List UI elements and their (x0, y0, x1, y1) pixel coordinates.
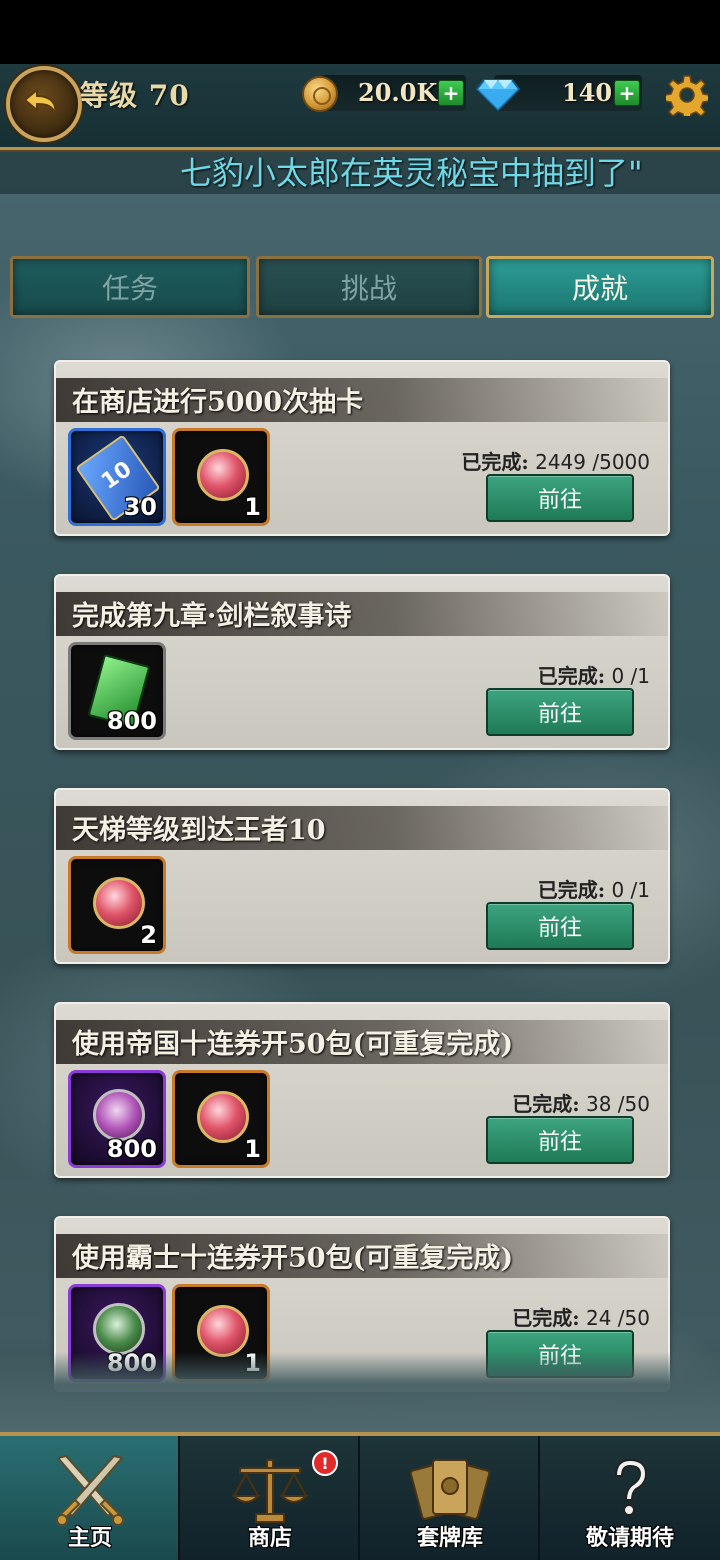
nav-home[interactable]: 主页 (0, 1436, 180, 1560)
gold-value: 20.0K (358, 78, 438, 107)
overlord-emblem-icon (93, 1303, 145, 1355)
gold-coin-icon (302, 76, 338, 112)
go-button[interactable]: 前往 (486, 474, 634, 522)
progress-text: 已完成: 0 /1 (538, 660, 650, 689)
progress-text: 已完成: 0 /1 (538, 874, 650, 903)
progress-text: 已完成: 38 /50 (512, 1088, 650, 1117)
reward-count: 30 (123, 493, 157, 521)
diamond-icon (476, 79, 520, 112)
achievement-title: 天梯等级到达王者10 (72, 815, 326, 846)
list-fade-overlay (0, 1352, 720, 1432)
add-gold-button[interactable]: + (438, 80, 464, 106)
go-button[interactable]: 前往 (486, 1116, 634, 1164)
add-gems-button[interactable]: + (614, 80, 640, 106)
card-deck-icon (410, 1459, 490, 1520)
achievement-title: 在商店进行5000次抽卡 (72, 387, 364, 418)
achievement-card: 在商店进行5000次抽卡 10 30 1 已完成: 2449 /5000 前往 (54, 360, 670, 536)
progress-label: 已完成: (537, 878, 606, 902)
tab-achievements[interactable]: 成就 (486, 256, 714, 318)
nav-home-label: 主页 (67, 1526, 112, 1551)
ruby-gem-icon (197, 1305, 249, 1357)
progress-value: 0 /1 (611, 664, 650, 688)
progress-value: 2449 /5000 (535, 450, 650, 474)
reward-count: 1 (244, 493, 261, 521)
progress-label: 已完成: (512, 1306, 580, 1330)
achievement-title: 完成第九章·剑栏叙事诗 (72, 601, 352, 632)
go-button[interactable]: 前往 (486, 688, 634, 736)
ruby-gem-icon (93, 877, 145, 929)
progress-value: 0 /1 (611, 878, 650, 902)
progress-text: 已完成: 24 /50 (512, 1302, 650, 1331)
back-button[interactable] (6, 66, 82, 142)
nav-shop-label: 商店 (247, 1526, 292, 1551)
progress-label: 已完成: (512, 1092, 580, 1116)
status-bar (0, 0, 720, 64)
reward-slot[interactable]: 800 (68, 1070, 166, 1168)
achievement-title: 使用霸士十连券开50包(可重复完成) (72, 1243, 514, 1274)
reward-count: 800 (106, 707, 157, 735)
go-button[interactable]: 前往 (486, 902, 634, 950)
reward-count: 1 (244, 1135, 261, 1163)
nav-deck[interactable]: 套牌库 (360, 1436, 540, 1560)
progress-text: 已完成: 2449 /5000 (461, 446, 650, 475)
achievement-card: 完成第九章·剑栏叙事诗 800 已完成: 0 /1 前往 (54, 574, 670, 750)
reward-count: 2 (140, 921, 157, 949)
ticket-number: 10 (97, 456, 137, 495)
empire-emblem-icon (93, 1089, 145, 1141)
progress-value: 24 /50 (586, 1306, 650, 1330)
reward-slot[interactable]: 2 (68, 856, 166, 954)
tab-challenge[interactable]: 挑战 (256, 256, 482, 318)
gem-value: 140 (562, 78, 613, 107)
progress-value: 38 /50 (586, 1092, 650, 1116)
reward-slot[interactable]: 10 30 (68, 428, 166, 526)
reward-count: 800 (106, 1135, 157, 1163)
gear-icon[interactable] (666, 74, 708, 116)
tab-quests[interactable]: 任务 (10, 256, 250, 318)
nav-coming-soon[interactable]: 敬请期待 (540, 1436, 720, 1560)
reward-slot[interactable]: 1 (172, 1070, 270, 1168)
progress-label: 已完成: (537, 664, 606, 688)
achievement-card: 使用帝国十连券开50包(可重复完成) 800 1 已完成: 38 /50 前往 (54, 1002, 670, 1178)
ruby-gem-icon (197, 449, 249, 501)
announcement-marquee: 七豹小太郎在英灵秘宝中抽到了" (0, 152, 720, 194)
achievement-title: 使用帝国十连券开50包(可重复完成) (72, 1029, 514, 1060)
reward-slot[interactable]: 800 (68, 642, 166, 740)
marquee-text: 七豹小太郎在英灵秘宝中抽到了" (180, 154, 643, 192)
shop-notification-badge: ! (312, 1450, 338, 1476)
nav-coming-soon-label: 敬请期待 (585, 1526, 674, 1551)
achievement-card: 天梯等级到达王者10 2 已完成: 0 /1 前往 (54, 788, 670, 964)
player-level: 等级 70 (80, 79, 190, 112)
back-arrow-icon (21, 84, 67, 124)
crossed-swords-icon (56, 1454, 124, 1526)
nav-deck-label: 套牌库 (416, 1526, 483, 1551)
question-mark-icon (614, 1458, 648, 1516)
ruby-gem-icon (197, 1091, 249, 1143)
progress-label: 已完成: (461, 450, 529, 474)
reward-slot[interactable]: 1 (172, 428, 270, 526)
scales-icon (231, 1459, 309, 1523)
